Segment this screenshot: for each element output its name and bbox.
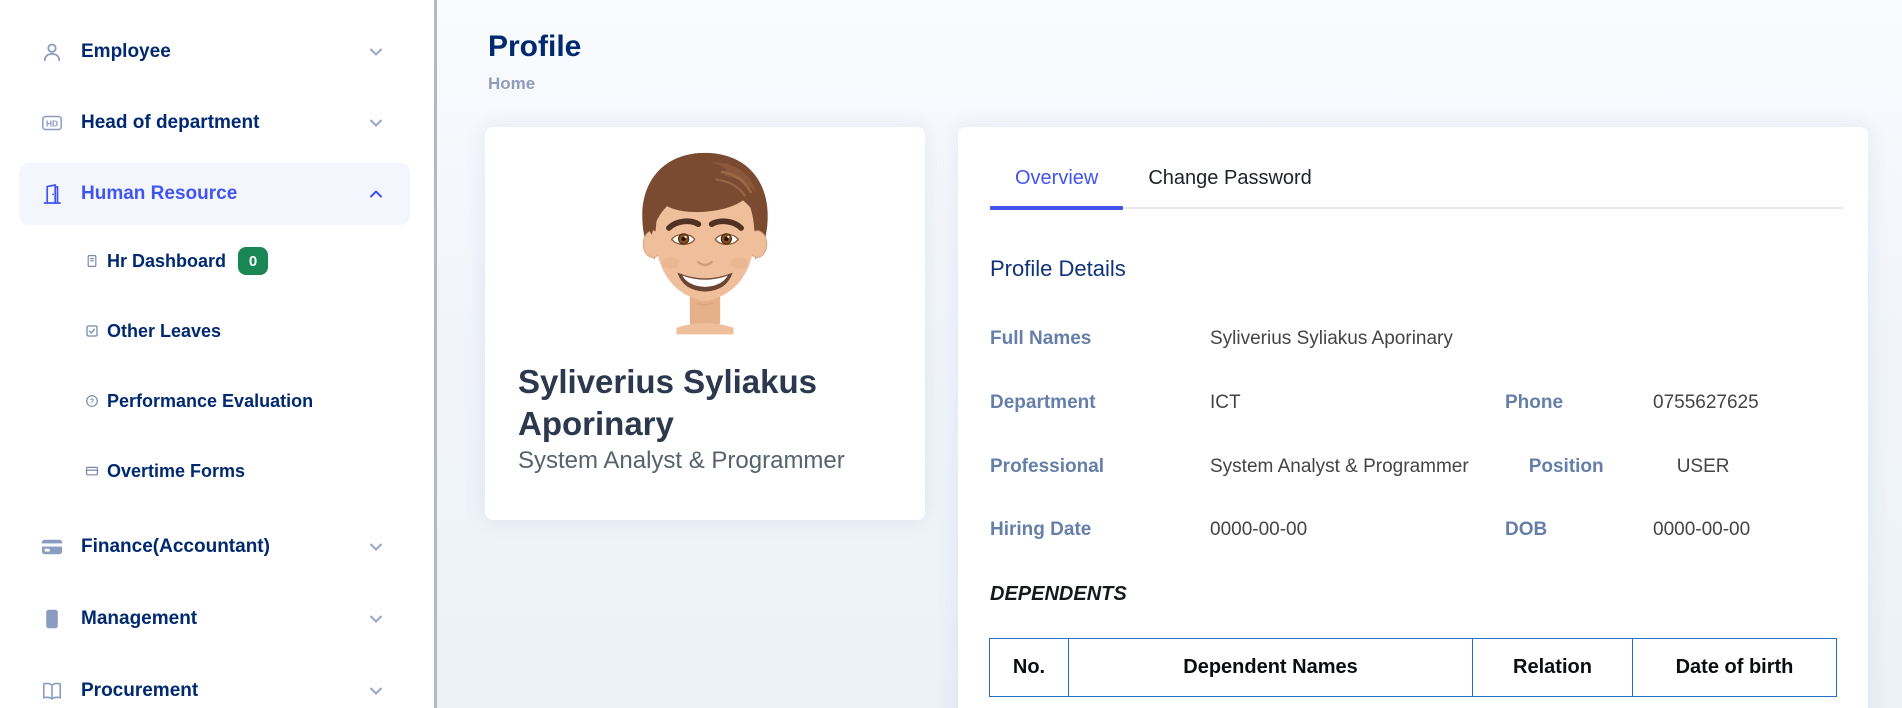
sidebar-subitem-label: Overtime Forms: [107, 460, 246, 481]
avatar: [610, 137, 800, 337]
tab-overview[interactable]: Overview: [990, 167, 1124, 210]
detail-value: ICT: [1210, 391, 1241, 413]
sidebar-subitem-label: Other Leaves: [107, 320, 222, 341]
detail-value: 0755627625: [1653, 391, 1759, 413]
table-header-no: No.: [989, 638, 1069, 698]
door-open-icon: [40, 182, 64, 206]
detail-row-hiring-date-dob: Hiring Date 0000-00-00 DOB 0000-00-00: [990, 519, 1843, 542]
chevron-up-icon: [366, 184, 386, 204]
detail-row-professional-position: Professional System Analyst & Programmer…: [990, 456, 1843, 479]
open-book-icon: [40, 679, 64, 703]
sidebar-item-human-resource[interactable]: Human Resource: [19, 163, 410, 225]
table-header-relation: Relation: [1472, 638, 1633, 698]
profile-name: Syliverius Syliakus Aporinary: [518, 363, 818, 442]
detail-label: Phone: [1505, 391, 1564, 413]
detail-label: Position: [1528, 455, 1604, 477]
sidebar-item-label: Employee: [81, 41, 171, 62]
sidebar-item-label: Finance(Accountant): [81, 536, 270, 557]
count-badge: 0: [238, 247, 269, 275]
credit-card-icon: [40, 535, 64, 559]
detail-value: System Analyst & Programmer: [1210, 455, 1469, 477]
detail-row-full-names: Full Names Syliverius Syliakus Aporinary: [990, 328, 1843, 351]
sidebar: Employee HD Head of department Human Res…: [0, 0, 434, 708]
sidebar-item-procurement[interactable]: Procurement: [19, 660, 410, 708]
sidebar-item-label: Human Resource: [81, 183, 238, 204]
detail-value: 0000-00-00: [1653, 519, 1751, 541]
svg-text:?: ?: [90, 399, 94, 406]
detail-value: Syliverius Syliakus Aporinary: [1210, 328, 1453, 349]
detail-label: Full Names: [990, 328, 1092, 349]
tabs: Overview Change Password: [990, 127, 1843, 210]
tab-change-password[interactable]: Change Password: [1123, 167, 1336, 207]
card-lines-icon: [85, 464, 99, 478]
detail-label: Professional: [990, 455, 1105, 477]
sidebar-subitem-label: Hr Dashboard: [107, 250, 227, 271]
sidebar-subitem-label: Performance Evaluation: [107, 390, 314, 411]
chevron-down-icon: [366, 681, 386, 701]
table-header-row: No. Dependent Names Relation Date of bir…: [989, 638, 1837, 698]
table-header-dependent-names: Dependent Names: [1068, 638, 1473, 698]
sidebar-subitem-other-leaves[interactable]: Other Leaves: [0, 306, 434, 356]
profile-details: Full Names Syliverius Syliakus Aporinary…: [990, 328, 1843, 542]
sidebar-subitem-overtime-forms[interactable]: Overtime Forms: [0, 446, 434, 496]
profile-card: Syliverius Syliakus Aporinary System Ana…: [485, 127, 925, 520]
person-icon: [40, 40, 64, 64]
sidebar-subitem-hr-dashboard[interactable]: Hr Dashboard 0: [0, 236, 434, 286]
chevron-down-icon: [366, 42, 386, 62]
detail-label: Department: [990, 391, 1096, 413]
sidebar-item-label: Procurement: [81, 680, 199, 701]
chevron-down-icon: [366, 609, 386, 629]
cards-row: Syliverius Syliakus Aporinary System Ana…: [485, 127, 1902, 708]
detail-label: Hiring Date: [990, 519, 1092, 541]
sidebar-item-label: Management: [81, 608, 198, 629]
file-icon: [85, 254, 99, 268]
main-content: Profile Home Syliverius Syliakus Aporina…: [437, 0, 1902, 708]
detail-label: DOB: [1505, 519, 1548, 541]
sidebar-item-employee[interactable]: Employee: [19, 21, 410, 83]
overview-card: Overview Change Password Profile Details…: [958, 127, 1868, 708]
sidebar-item-head-of-department[interactable]: HD Head of department: [19, 92, 410, 154]
detail-row-department-phone: Department ICT Phone 0755627625: [990, 392, 1843, 415]
svg-text:HD: HD: [46, 118, 58, 128]
question-circle-icon: ?: [85, 394, 99, 408]
app-root: Employee HD Head of department Human Res…: [0, 0, 1902, 708]
chevron-down-icon: [366, 537, 386, 557]
detail-value: 0000-00-00: [1210, 519, 1308, 541]
detail-value: USER: [1676, 455, 1730, 477]
breadcrumb[interactable]: Home: [488, 74, 1902, 94]
sidebar-item-management[interactable]: Management: [19, 588, 410, 650]
dependents-table: No. Dependent Names Relation Date of bir…: [989, 638, 1837, 698]
sidebar-item-label: Head of department: [81, 112, 260, 133]
profile-details-heading: Profile Details: [990, 256, 1126, 281]
table-header-date-of-birth: Date of birth: [1632, 638, 1837, 698]
human-resource-submenu: Hr Dashboard 0 Other Leaves ? Performanc…: [0, 236, 434, 496]
sidebar-item-finance-accountant[interactable]: Finance(Accountant): [19, 516, 410, 578]
hd-badge-icon: HD: [40, 111, 64, 135]
chevron-down-icon: [366, 113, 386, 133]
journal-icon: [40, 607, 64, 631]
profile-role: System Analyst & Programmer: [518, 447, 845, 475]
dependents-heading: DEPENDENTS: [990, 583, 1127, 606]
checkbox-check-icon: [85, 324, 99, 338]
page-title: Profile: [488, 30, 582, 63]
sidebar-subitem-performance-evaluation[interactable]: ? Performance Evaluation: [0, 376, 434, 426]
